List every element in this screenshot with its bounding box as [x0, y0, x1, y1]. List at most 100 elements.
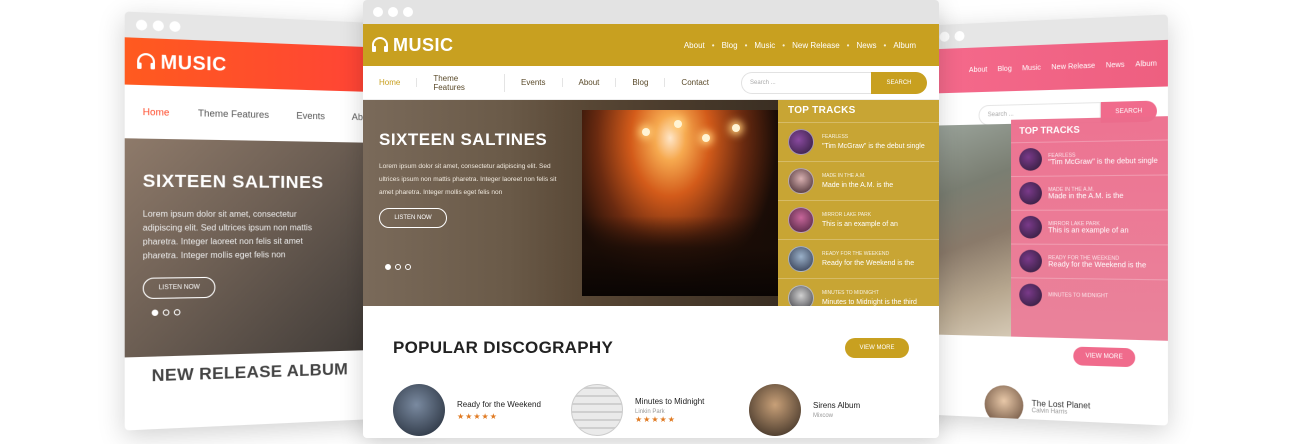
nav-theme-features[interactable]: Theme Features	[433, 73, 506, 92]
album-item[interactable]: Minutes to Midnight Linkin Park ★★★★★	[571, 384, 725, 436]
star-rating: ★★★★★	[457, 411, 498, 421]
hero-slider: SIXTEEN SALTINES Lorem ipsum dolor sit a…	[363, 100, 778, 306]
track-meta: MADE IN THE A.M.	[1048, 186, 1094, 193]
track-item[interactable]: MIRROR LAKE PARK This is an example of an	[778, 200, 939, 239]
track-meta: MADE IN THE A.M.	[822, 172, 866, 179]
main-nav: Home Theme Features Events About Blog Co…	[363, 66, 939, 100]
window-dot	[939, 31, 950, 42]
track-item[interactable]: READY FOR THE WEEKEND Ready for the Weeke…	[1011, 243, 1168, 280]
nav-separator: •	[883, 40, 887, 50]
brand-logo[interactable]: MUSIC	[393, 35, 454, 56]
nav-contact[interactable]: Contact	[681, 78, 725, 87]
topnav-about[interactable]: About	[677, 41, 712, 50]
window-dot	[388, 7, 398, 17]
track-item[interactable]: FEARLESS "Tim McGraw" is the debut single	[778, 122, 939, 161]
slider-dot[interactable]	[405, 264, 411, 270]
topnav-about[interactable]: About	[969, 66, 987, 74]
nav-home[interactable]: Home	[379, 78, 418, 87]
topnav-music[interactable]: Music	[1022, 64, 1041, 72]
track-avatar	[1019, 147, 1042, 171]
slider-dot[interactable]	[151, 309, 159, 317]
slider-dot[interactable]	[162, 309, 170, 316]
nav-about[interactable]: About	[579, 78, 617, 87]
listen-now-button[interactable]: LISTEN NOW	[142, 276, 216, 300]
nav-blog[interactable]: Blog	[632, 78, 666, 87]
track-avatar	[1019, 215, 1042, 239]
hero-text: Lorem ipsum dolor sit amet, consectetur …	[379, 163, 557, 196]
slider-dots	[151, 309, 181, 317]
album-cover	[984, 384, 1024, 426]
window-dot	[152, 20, 164, 32]
search-input[interactable]: Search ...	[741, 71, 871, 94]
hero-text: Lorem ipsum dolor sit amet, consectetur …	[142, 209, 312, 261]
topnav-blog[interactable]: Blog	[715, 41, 745, 50]
album-item[interactable]: Sirens Album Mixcow	[749, 384, 903, 436]
topnav-new-release[interactable]: New Release	[1051, 62, 1095, 71]
nav-home[interactable]: Home	[143, 106, 170, 117]
hero-landscape-image	[936, 123, 1012, 337]
topnav-blog[interactable]: Blog	[997, 65, 1011, 73]
topnav-news[interactable]: News	[849, 41, 883, 50]
track-title: Made in the A.M. is the	[1048, 192, 1124, 200]
track-avatar	[788, 207, 814, 233]
album-item[interactable]: The Lost Planet Calvin Harris	[984, 384, 1090, 426]
slider-dot[interactable]	[395, 264, 401, 270]
album-cover	[571, 384, 623, 436]
nav-separator: •	[846, 40, 850, 50]
top-nav: About • Blog • Music • New Release • News • A…	[677, 41, 939, 50]
topnav-music[interactable]: Music	[747, 41, 782, 50]
track-avatar	[788, 285, 814, 306]
stage-light	[702, 134, 710, 142]
nav-events[interactable]: Events	[521, 78, 563, 87]
listen-now-button[interactable]: LISTEN NOW	[379, 208, 447, 228]
window-dot	[169, 20, 181, 33]
slider-dots	[385, 264, 411, 270]
track-meta: MIRROR LAKE PARK	[822, 211, 872, 218]
track-avatar	[788, 129, 814, 155]
headphones-icon	[372, 37, 388, 52]
track-item[interactable]: FEARLESS "Tim McGraw" is the debut single	[1011, 139, 1168, 177]
track-meta: MIRROR LAKE PARK	[1048, 220, 1100, 227]
track-item[interactable]: MINUTES TO MIDNIGHT Minutes to Midnight i…	[778, 278, 939, 306]
center-browser-window: MUSIC About • Blog • Music • New Release • N…	[363, 0, 939, 438]
album-title: Ready for the Weekend	[457, 399, 541, 409]
track-item[interactable]: MADE IN THE A.M. Made in the A.M. is the	[778, 161, 939, 200]
album-artist: Mixcow	[813, 413, 834, 419]
headphones-icon	[136, 53, 156, 70]
discography-title: POPULAR DISCOGRAPHY	[393, 338, 614, 357]
topnav-album[interactable]: Album	[886, 41, 923, 50]
track-avatar	[1019, 283, 1042, 307]
track-title: "Tim McGraw" is the debut single	[822, 142, 925, 150]
slider-dot[interactable]	[385, 264, 391, 270]
album-title: Sirens Album	[813, 401, 861, 410]
search-bar: Search ... SEARCH	[741, 71, 927, 94]
track-title: Made in the A.M. is the	[822, 181, 894, 189]
topnav-news[interactable]: News	[1106, 61, 1125, 69]
stage-light	[732, 124, 740, 132]
track-item[interactable]: MIRROR LAKE PARK This is an example of an	[1011, 209, 1168, 245]
stage-light	[674, 120, 682, 128]
window-dot	[135, 19, 148, 31]
track-title: Ready for the Weekend is the	[822, 259, 915, 267]
search-button[interactable]: SEARCH	[871, 71, 927, 94]
album-item[interactable]: Ready for the Weekend ★★★★★	[393, 384, 547, 436]
brand-logo[interactable]: MUSIC	[161, 51, 227, 76]
view-more-button[interactable]: VIEW MORE	[845, 338, 909, 358]
nav-separator: •	[711, 40, 715, 50]
track-item[interactable]: MINUTES TO MIDNIGHT	[1011, 277, 1168, 315]
track-item[interactable]: READY FOR THE WEEKEND Ready for the Weeke…	[778, 239, 939, 278]
track-title: This is an example of an	[1048, 226, 1129, 235]
window-dot	[403, 7, 413, 17]
topnav-new-release[interactable]: New Release	[785, 41, 847, 50]
track-item[interactable]: MADE IN THE A.M. Made in the A.M. is the	[1011, 174, 1168, 210]
view-more-button[interactable]: VIEW MORE	[1073, 346, 1136, 368]
nav-separator: •	[744, 40, 748, 50]
slider-dot[interactable]	[173, 309, 181, 316]
nav-events[interactable]: Events	[296, 110, 325, 121]
track-meta: READY FOR THE WEEKEND	[822, 250, 890, 257]
nav-theme-features[interactable]: Theme Features	[198, 108, 269, 120]
topnav-album[interactable]: Album	[1135, 60, 1157, 68]
top-tracks-panel: TOP TRACKS FEARLESS "Tim McGraw" is the d…	[1011, 116, 1168, 341]
track-title: This is an example of an	[822, 220, 898, 228]
right-browser-window: About Blog Music New Release News Album …	[915, 14, 1168, 426]
